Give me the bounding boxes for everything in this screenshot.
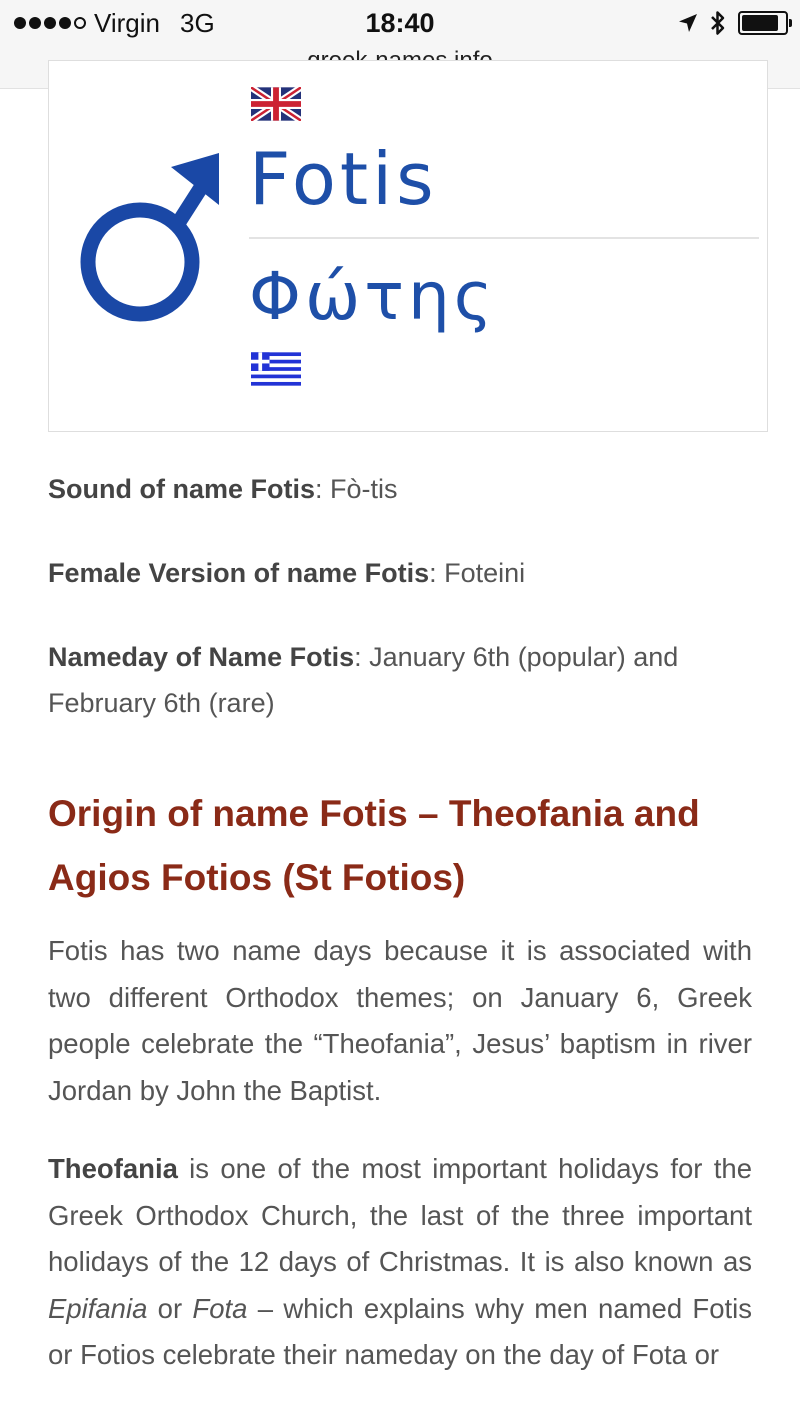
battery-level [742, 15, 778, 31]
name-greek: Φώτης [249, 258, 497, 335]
male-symbol-icon [80, 153, 219, 322]
theofania-bold: Theofania [48, 1153, 178, 1184]
female-version-label: Female Version of name Fotis [48, 558, 430, 588]
origin-paragraph-2: Theofania is one of the most important h… [48, 1146, 752, 1379]
origin-heading: Origin of name Fotis – Theofania and Agi… [48, 793, 700, 898]
article-content: Sound of name Fotis: Fò-tis Female Versi… [48, 466, 752, 1411]
battery-icon [738, 11, 792, 35]
status-right [678, 6, 792, 40]
greek-flag-icon[interactable] [251, 351, 301, 387]
fota-italic: Fota [192, 1292, 248, 1324]
epifania-italic: Epifania [48, 1292, 148, 1324]
female-version-row: Female Version of name Fotis: Foteini [48, 550, 752, 596]
name-card: Fotis Φώτης [48, 60, 768, 432]
name-sound-label: Sound of name Fotis [48, 474, 315, 504]
name-sound-row: Sound of name Fotis: Fò-tis [48, 466, 752, 512]
paragraph-2-text-b: or [147, 1292, 193, 1324]
name-sound-value: : Fò-tis [315, 474, 398, 504]
name-divider [249, 237, 759, 239]
nameday-row: Nameday of Name Fotis: January 6th (popu… [48, 634, 752, 726]
uk-flag-icon[interactable] [251, 87, 301, 121]
origin-paragraph-1: Fotis has two name days because it is as… [48, 935, 752, 1106]
bluetooth-icon [711, 11, 725, 35]
female-version-value: : Foteini [429, 558, 526, 588]
name-latin: Fotis [249, 137, 438, 221]
location-arrow-icon [679, 14, 697, 32]
nameday-label: Nameday of Name Fotis [48, 642, 355, 672]
